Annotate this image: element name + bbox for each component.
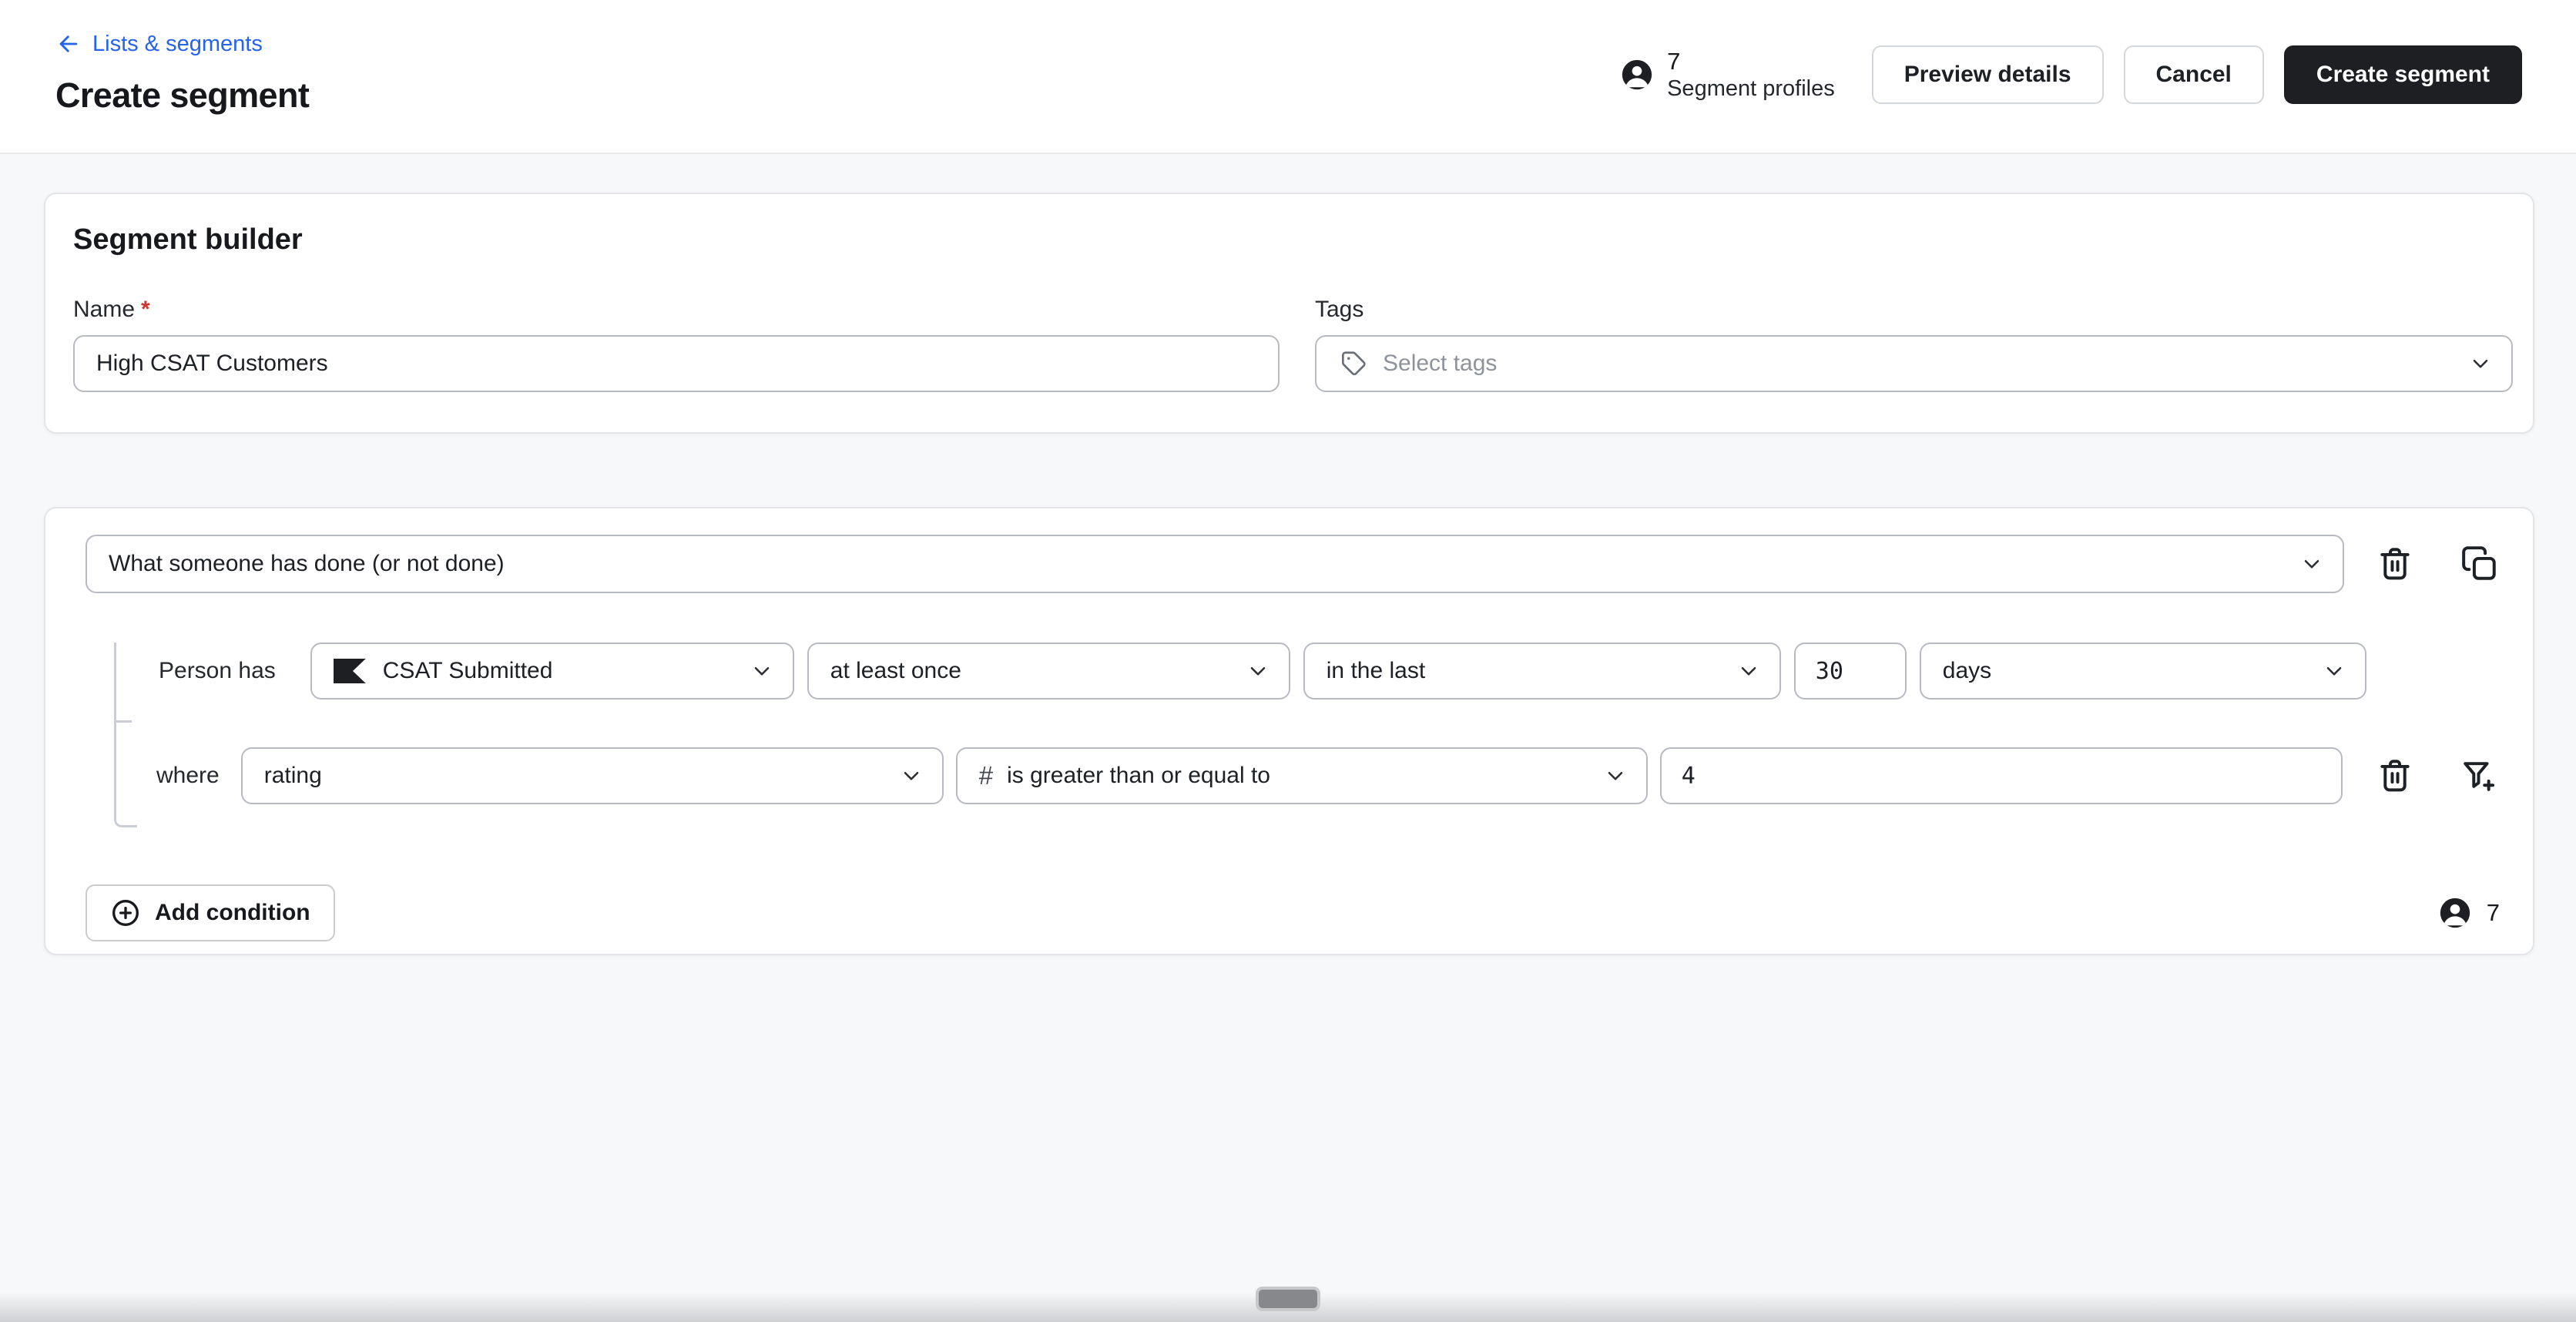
name-label: Name *: [73, 297, 150, 322]
number-type-icon: #: [978, 761, 994, 790]
scroll-handle[interactable]: [1256, 1287, 1320, 1311]
name-field: Name *: [73, 297, 1280, 392]
timeframe-unit-select[interactable]: days: [1919, 643, 2366, 700]
plus-circle-icon: [110, 898, 141, 928]
condition-type-row: What someone has done (or not done): [86, 535, 2500, 593]
filter-row-actions: [2375, 756, 2500, 796]
where-label: where: [156, 763, 220, 788]
segment-profiles-text: 7 Segment profiles: [1667, 48, 1835, 102]
required-asterisk: *: [141, 297, 150, 322]
segment-profiles-count: 7: [1667, 47, 1681, 75]
segment-builder-heading: Segment builder: [73, 223, 303, 256]
tags-select[interactable]: Select tags: [1315, 335, 2513, 392]
chevron-down-icon: [1591, 763, 1628, 788]
add-condition-label: Add condition: [155, 900, 310, 925]
filter-value-input[interactable]: [1659, 747, 2343, 804]
add-condition-button[interactable]: Add condition: [86, 884, 335, 941]
cancel-button[interactable]: Cancel: [2123, 45, 2264, 104]
chevron-down-icon: [2456, 351, 2493, 376]
condition-type-select[interactable]: What someone has done (or not done): [86, 535, 2344, 593]
tags-label: Tags: [1315, 297, 1364, 322]
header-actions: 7 Segment profiles Preview details Cance…: [1619, 0, 2522, 105]
frequency-select[interactable]: at least once: [807, 643, 1290, 700]
chevron-down-icon: [2287, 552, 2324, 576]
chevron-down-icon: [2309, 659, 2346, 683]
filter-plus-icon: [2464, 762, 2495, 791]
event-value: CSAT Submitted: [382, 658, 553, 683]
page-header: Lists & segments Create segment 7 Segmen…: [0, 0, 2576, 154]
property-value: rating: [263, 763, 322, 788]
property-select[interactable]: rating: [240, 747, 944, 804]
builder-fields: Name* Tags Select tags: [73, 297, 2513, 392]
delete-filter-button[interactable]: [2375, 756, 2415, 796]
breadcrumb-label: Lists & segments: [92, 31, 263, 56]
person-has-label: Person has: [159, 658, 276, 683]
breadcrumb-lists-segments[interactable]: Lists & segments: [55, 31, 309, 57]
header-left: Lists & segments Create segment: [55, 0, 310, 153]
preview-details-button[interactable]: Preview details: [1871, 45, 2104, 104]
trash-icon: [2380, 548, 2410, 580]
duplicate-condition-button[interactable]: [2460, 544, 2500, 584]
operator-value: is greater than or equal to: [1007, 763, 1270, 788]
chevron-down-icon: [887, 763, 924, 788]
timeframe-value: in the last: [1326, 658, 1426, 683]
copy-icon: [2462, 546, 2496, 580]
timeframe-select[interactable]: in the last: [1303, 643, 1781, 700]
main-content: Segment builder Name* Tags Select tags: [0, 156, 2576, 1322]
condition-tree: Person has CSAT Submitted at least once …: [86, 643, 2500, 827]
segment-profiles-summary: 7 Segment profiles: [1619, 48, 1835, 102]
condition-card: What someone has done (or not done) Pers…: [44, 507, 2534, 955]
timeframe-unit-value: days: [1942, 658, 1992, 683]
frequency-value: at least once: [830, 658, 961, 683]
tree-connector-dash: [116, 720, 132, 723]
person-circle-icon: [2437, 895, 2473, 931]
tags-field: Tags Select tags: [1315, 297, 2513, 392]
arrow-left-icon: [55, 31, 82, 57]
event-select[interactable]: CSAT Submitted: [310, 643, 794, 700]
segment-builder-card: Segment builder Name* Tags Select tags: [44, 193, 2534, 434]
delete-condition-button[interactable]: [2375, 544, 2415, 584]
condition-footer: Add condition 7: [86, 884, 2500, 941]
create-segment-button[interactable]: Create segment: [2283, 45, 2522, 104]
filter-row: where rating # is greater than or equal …: [156, 747, 2500, 804]
person-circle-icon: [1619, 57, 1655, 92]
tag-icon: [1338, 349, 1367, 378]
chevron-down-icon: [1724, 659, 1761, 683]
condition-type-value: What someone has done (or not done): [109, 551, 505, 576]
trash-icon: [2380, 760, 2410, 792]
condition-profile-count-value: 7: [2486, 899, 2500, 926]
segment-profiles-label: Segment profiles: [1667, 76, 1835, 102]
chevron-down-icon: [1233, 659, 1270, 683]
operator-select[interactable]: # is greater than or equal to: [955, 747, 1648, 804]
segment-name-input[interactable]: [73, 335, 1280, 392]
tree-connector: [114, 643, 137, 827]
page-title: Create segment: [55, 75, 310, 115]
chevron-down-icon: [737, 659, 774, 683]
tags-placeholder: Select tags: [1383, 351, 1498, 376]
event-row: Person has CSAT Submitted at least once …: [159, 643, 2500, 700]
add-filter-button[interactable]: [2460, 756, 2500, 796]
condition-profile-count: 7: [2437, 895, 2500, 931]
timeframe-amount-input[interactable]: [1793, 643, 1907, 700]
klaviyo-flag-icon: [333, 659, 366, 683]
